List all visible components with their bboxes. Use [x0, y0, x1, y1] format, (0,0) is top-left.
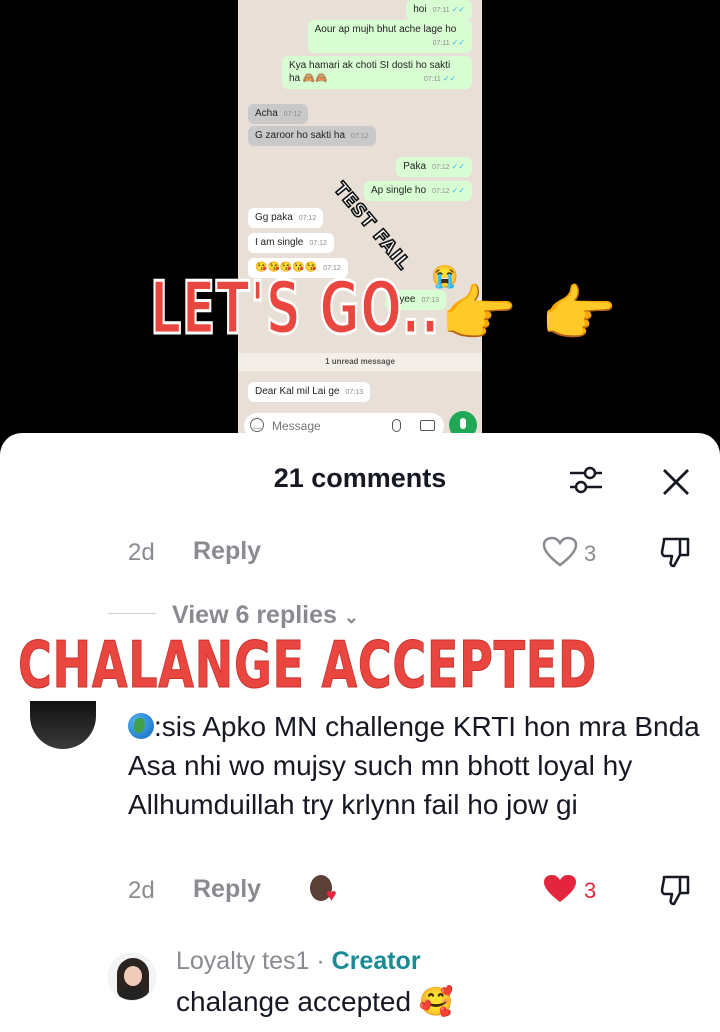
view-replies-button[interactable]: View 6 replies ⌄ [172, 601, 359, 630]
reply-button[interactable]: Reply [193, 875, 261, 904]
comment-text: :sis Apko MN challenge KRTI hon mra Bnda… [128, 711, 700, 820]
heart-icon[interactable] [542, 873, 578, 905]
chat-bubble: I am single 07:12 [248, 233, 334, 253]
close-icon[interactable] [658, 465, 694, 499]
pointing-hand-emoji: 👉 [540, 280, 618, 349]
chalange-accepted-caption: CHALANGE ACCEPTED [18, 629, 597, 704]
pointing-hand-emoji: 👉 [440, 280, 518, 349]
chat-bubble: Gg paka 07:12 [248, 208, 324, 228]
chat-bubble: Acha 07:12 [248, 104, 309, 124]
reply-text: chalange accepted 🥰 [176, 986, 454, 1017]
avatar[interactable] [108, 953, 156, 1001]
globe-icon [128, 713, 154, 739]
chat-bubble: Paka 07:12 ✓✓ [396, 157, 472, 177]
chat-bubble: G zaroor ho sakti ha 07:12 [248, 126, 376, 146]
chevron-down-icon: ⌄ [343, 607, 359, 627]
dislike-icon[interactable] [660, 535, 692, 569]
dislike-icon[interactable] [660, 873, 692, 907]
chat-bubble: Dear Kal mil Lai ge 07:13 [248, 382, 371, 402]
chat-bubble: Aour ap mujh bhut ache lage ho 07:11 ✓✓ [307, 20, 472, 53]
creator-name[interactable]: Loyalty tes1 · Creator [176, 947, 421, 976]
camera-icon[interactable] [420, 420, 435, 431]
attach-icon[interactable] [392, 419, 401, 432]
chat-bubble: Ap single ho 07:12 ✓✓ [364, 181, 472, 201]
heart-icon[interactable] [542, 536, 578, 568]
reply-button[interactable]: Reply [193, 537, 261, 566]
like-count: 3 [584, 878, 597, 903]
comment-age: 2d [128, 539, 155, 566]
message-placeholder: Message [272, 419, 321, 433]
filter-icon[interactable] [568, 463, 604, 497]
lets-go-caption: LET'S GO.. [149, 265, 441, 352]
avatar[interactable] [42, 495, 86, 525]
like-count: 3 [584, 541, 597, 566]
chat-bubble: hoi 07:11 ✓✓ [406, 0, 472, 20]
comments-sheet: 21 comments 2d Reply 3 View 6 replies ⌄ … [0, 433, 720, 1032]
comment-age: 2d [128, 877, 155, 904]
creator-liked-avatar: ♥ [306, 871, 344, 907]
emoji-icon[interactable]: ‿ [250, 418, 264, 432]
chat-bubble: Kya hamari ak choti SI dosti ho sakti ha … [282, 56, 472, 89]
divider [108, 613, 156, 614]
screen: hoi 07:11 ✓✓ Aour ap mujh bhut ache lage h… [0, 0, 720, 1032]
avatar[interactable] [30, 701, 96, 749]
unread-divider: 1 unread message [238, 353, 482, 371]
comments-title: 21 comments [273, 463, 447, 493]
creator-badge: Creator [331, 947, 421, 975]
